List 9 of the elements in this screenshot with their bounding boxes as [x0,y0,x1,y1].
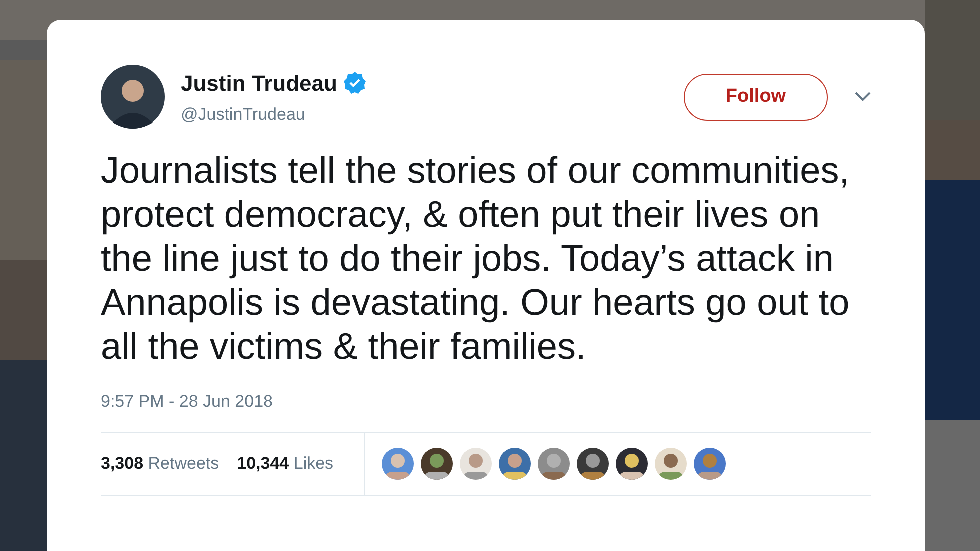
tweet-timestamp: 9:57 PM - 28 Jun 2018 [101,391,274,413]
author-name: Justin Trudeau [181,70,338,98]
chevron-down-icon[interactable] [855,92,871,102]
follow-button[interactable]: Follow [684,74,828,120]
stat-count[interactable]: 3,308 Retweets [101,450,220,476]
stat-count[interactable]: 10,344 Likes [237,450,334,476]
author-handle: @JustinTrudeau [181,104,306,126]
profile-avatar [101,65,165,129]
tweet-text: Journalists tell the stories of our communities, protect democracy, & often put their lives on the line just to do their jobs. Today’s attack in Annapolis is devastating. Our hearts go out to all the victims & their families. [101,149,851,369]
